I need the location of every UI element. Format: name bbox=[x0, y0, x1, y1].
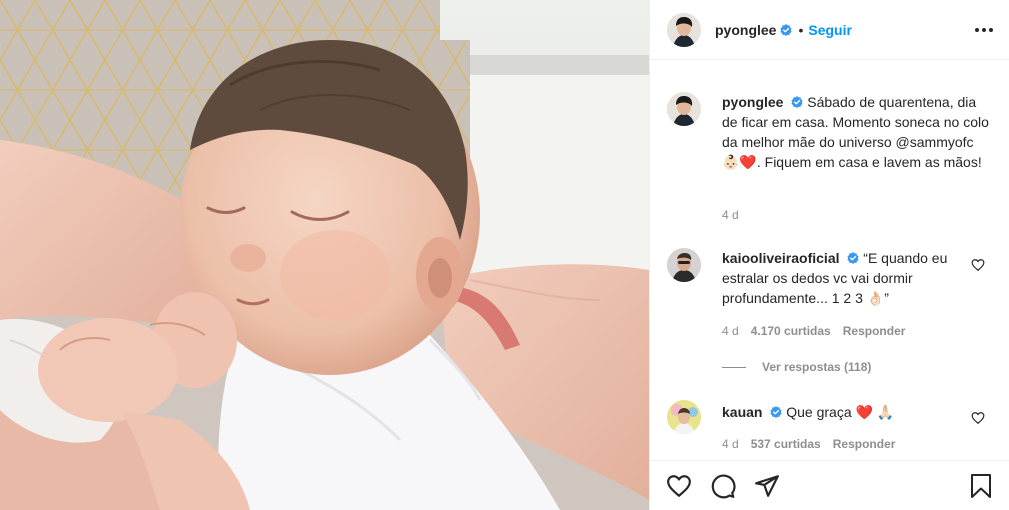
commenter-username[interactable]: kauan bbox=[722, 404, 762, 420]
commenter-username[interactable]: kaiooliveiraoficial bbox=[722, 250, 840, 266]
comment-meta: 4 d 4.170 curtidas Responder bbox=[722, 324, 905, 338]
verified-badge-icon bbox=[847, 252, 859, 264]
author-avatar[interactable] bbox=[667, 12, 701, 47]
post-caption: pyonglee Sábado de quarentena, dia de fi… bbox=[667, 92, 993, 172]
like-comment-heart-icon[interactable] bbox=[971, 411, 985, 425]
commenter-avatar[interactable] bbox=[667, 400, 701, 434]
heart-icon[interactable] bbox=[665, 472, 693, 500]
replies-divider bbox=[722, 366, 746, 368]
comment-item: kaiooliveiraoficial “E quando eu estrala… bbox=[667, 248, 993, 308]
action-bar bbox=[650, 460, 1009, 510]
author-avatar[interactable] bbox=[667, 92, 701, 126]
comment-text: Que graça ❤️ 🙏🏻 bbox=[786, 404, 895, 420]
more-options-icon[interactable] bbox=[975, 22, 993, 38]
share-icon-shape bbox=[755, 474, 779, 497]
verified-badge-icon bbox=[770, 406, 782, 418]
view-replies-label: Ver respostas (118) bbox=[762, 360, 872, 374]
comment-icon[interactable] bbox=[709, 472, 737, 500]
person-avatar-icon bbox=[667, 400, 701, 434]
post-panel: pyonglee • Seguir pyonglee Sábado de qua… bbox=[649, 0, 1009, 510]
reply-button[interactable]: Responder bbox=[833, 437, 896, 451]
commenter-avatar[interactable] bbox=[667, 248, 701, 282]
bookmark-icon-shape bbox=[971, 473, 991, 498]
caption-username[interactable]: pyonglee bbox=[722, 94, 783, 110]
comment-icon-shape bbox=[711, 474, 736, 498]
post-header: pyonglee • Seguir bbox=[650, 0, 1009, 60]
comment-time[interactable]: 4 d bbox=[722, 437, 739, 451]
person-avatar-icon bbox=[667, 12, 701, 47]
post-photo[interactable] bbox=[0, 0, 649, 510]
caption-time[interactable]: 4 d bbox=[722, 208, 739, 222]
caption-meta: 4 d bbox=[722, 208, 739, 222]
verified-badge-icon bbox=[791, 96, 803, 108]
instagram-post: pyonglee • Seguir pyonglee Sábado de qua… bbox=[0, 0, 1009, 510]
comment-item: kauan Que graça ❤️ 🙏🏻 bbox=[667, 400, 993, 434]
caption-body: pyonglee Sábado de quarentena, dia de fi… bbox=[722, 92, 993, 172]
comment-time[interactable]: 4 d bbox=[722, 324, 739, 338]
comment-meta: 4 d 537 curtidas Responder bbox=[722, 437, 895, 451]
baby-photo-illustration bbox=[0, 0, 649, 510]
person-avatar-icon bbox=[667, 248, 701, 282]
dot-icon bbox=[982, 27, 986, 32]
share-icon[interactable] bbox=[753, 472, 781, 500]
bookmark-icon[interactable] bbox=[967, 472, 995, 500]
like-icon-shape bbox=[667, 474, 691, 497]
dot-icon bbox=[975, 27, 979, 32]
separator-dot: • bbox=[798, 21, 804, 38]
person-avatar-icon bbox=[667, 92, 701, 126]
comment-likes[interactable]: 4.170 curtidas bbox=[751, 324, 831, 338]
verified-badge-icon bbox=[780, 23, 793, 36]
like-comment-heart-icon[interactable] bbox=[971, 258, 985, 272]
comment-body: kauan Que graça ❤️ 🙏🏻 bbox=[722, 400, 993, 434]
view-replies-button[interactable]: Ver respostas (118) bbox=[722, 360, 871, 374]
dot-icon bbox=[989, 27, 993, 32]
author-username[interactable]: pyonglee bbox=[715, 22, 776, 38]
comment-likes[interactable]: 537 curtidas bbox=[751, 437, 821, 451]
follow-button[interactable]: Seguir bbox=[808, 22, 852, 38]
comment-body: kaiooliveiraoficial “E quando eu estrala… bbox=[722, 248, 993, 308]
reply-button[interactable]: Responder bbox=[843, 324, 906, 338]
